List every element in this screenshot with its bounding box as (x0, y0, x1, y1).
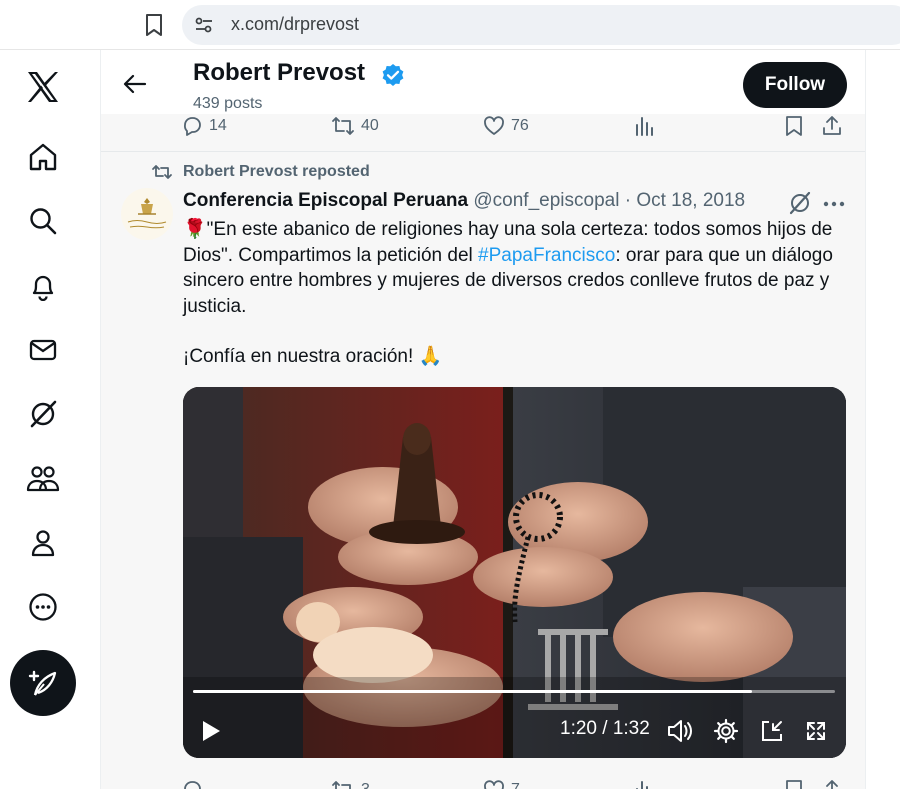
author-avatar[interactable] (121, 188, 173, 240)
share-button[interactable] (821, 777, 843, 789)
left-navigation (0, 50, 100, 789)
rose-emoji: 🌹 (183, 219, 207, 240)
tweet-header: Conferencia Episcopal Peruana @conf_epis… (183, 190, 745, 212)
home-icon[interactable] (20, 134, 66, 180)
prev-tweet-actions: 14 40 76 (181, 113, 841, 139)
right-gutter (866, 50, 900, 789)
tweet-line2: ¡Confía en nuestra oración! (183, 346, 419, 367)
communities-icon[interactable] (20, 455, 66, 501)
settings-gear-icon[interactable] (711, 716, 741, 746)
views-button[interactable] (633, 777, 655, 789)
repost-button[interactable]: 3 (331, 777, 370, 789)
follow-button[interactable]: Follow (743, 62, 847, 108)
tweet-paragraph-2: ¡Confía en nuestra oración! 🙏 (183, 344, 848, 370)
views-button[interactable] (633, 113, 655, 139)
browser-toolbar: x.com/drprevost (0, 0, 900, 50)
author-name[interactable]: Conferencia Episcopal Peruana (183, 190, 468, 211)
repost-count: 40 (361, 117, 379, 134)
site-settings-icon[interactable] (194, 15, 214, 35)
conference-logo-icon (127, 198, 167, 229)
reply-count: 14 (209, 117, 227, 134)
views-chart-icon (636, 781, 648, 789)
tweet-date[interactable]: Oct 18, 2018 (636, 190, 745, 211)
fullscreen-icon[interactable] (801, 716, 831, 746)
address-bar[interactable]: x.com/drprevost (182, 5, 900, 45)
tweet-text: 🌹"En este abanico de religiones hay una … (183, 217, 848, 370)
repost-button[interactable]: 40 (331, 113, 379, 139)
picture-in-picture-icon[interactable] (757, 716, 787, 746)
heart-icon (484, 780, 504, 789)
video-player[interactable]: 1:20 / 1:32 (183, 387, 846, 758)
author-handle[interactable]: @conf_episcopal (473, 190, 619, 211)
bookmark-icon[interactable] (140, 10, 168, 40)
bookmark-outline-icon (786, 116, 802, 136)
share-icon (826, 780, 838, 789)
grok-explain-icon[interactable] (787, 190, 813, 216)
reply-icon (184, 117, 201, 136)
bookmark-button[interactable] (784, 777, 804, 789)
reply-button[interactable] (181, 777, 209, 789)
heart-icon (484, 116, 504, 135)
tweet-paragraph-1: 🌹"En este abanico de religiones hay una … (183, 217, 848, 319)
verified-badge-icon (382, 64, 404, 86)
share-icon (823, 116, 841, 135)
timeline-column: 14 40 76 Robert Prevost 439 posts Follow (100, 50, 866, 789)
url-text[interactable]: x.com/drprevost (231, 14, 359, 35)
profile-header: Robert Prevost 439 posts Follow (101, 50, 865, 114)
video-time: 1:20 / 1:32 (560, 718, 650, 739)
more-options-icon[interactable] (20, 584, 66, 630)
back-arrow-icon[interactable] (119, 68, 151, 100)
volume-icon[interactable] (665, 716, 695, 746)
video-progress-bar[interactable] (193, 690, 835, 693)
post-count: 439 posts (193, 95, 263, 112)
like-count: 76 (511, 117, 529, 134)
like-count: 7 (511, 781, 520, 789)
views-chart-icon (636, 117, 653, 136)
profile-icon[interactable] (20, 520, 66, 566)
repost-label[interactable]: Robert Prevost reposted (183, 163, 370, 181)
bookmark-button[interactable] (784, 113, 804, 139)
praying-hands-emoji: 🙏 (418, 346, 443, 367)
repost-small-icon (152, 165, 172, 179)
like-button[interactable]: 7 (483, 777, 520, 789)
compose-feather-icon (28, 670, 57, 696)
profile-name: Robert Prevost (193, 59, 366, 86)
hashtag-link[interactable]: #PapaFrancisco (478, 245, 615, 266)
notifications-bell-icon[interactable] (20, 263, 66, 309)
bookmark-outline-icon (786, 780, 802, 789)
messages-mail-icon[interactable] (20, 327, 66, 373)
search-icon[interactable] (20, 198, 66, 244)
video-progress-fill (193, 690, 752, 693)
share-button[interactable] (821, 113, 843, 139)
reply-icon (184, 781, 201, 789)
compose-post-button[interactable] (10, 650, 76, 716)
grok-icon[interactable] (20, 391, 66, 437)
repost-count: 3 (361, 781, 370, 789)
like-button[interactable]: 76 (483, 113, 529, 139)
x-logo-icon[interactable] (20, 64, 66, 110)
repost-icon (332, 117, 354, 135)
repost-icon (332, 781, 351, 789)
play-icon[interactable] (197, 716, 225, 746)
tweet-actions: 3 7 (181, 777, 841, 789)
repost-indicator: Robert Prevost reposted (151, 163, 370, 181)
video-frame-image (183, 387, 846, 758)
separator-dot: · (624, 190, 632, 211)
tweet-divider (101, 151, 865, 152)
reply-button[interactable]: 14 (181, 113, 227, 139)
more-dots-icon[interactable] (819, 192, 849, 216)
